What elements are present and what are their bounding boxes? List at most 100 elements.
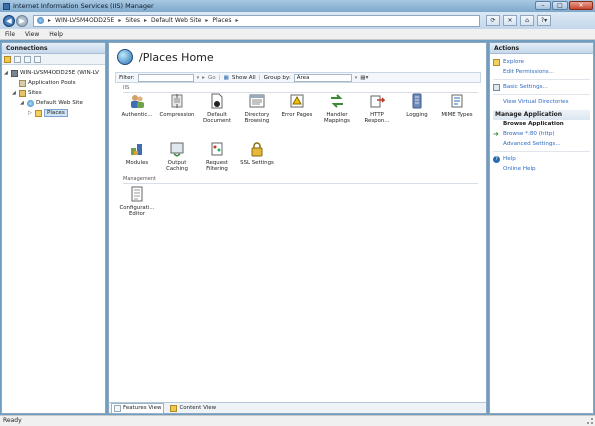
stop-icon[interactable]: ✕ [503, 15, 517, 26]
feature-error-pages[interactable]: Error Pages [277, 93, 317, 141]
view-mode-icon[interactable]: ▦▾ [360, 75, 368, 81]
breadcrumb[interactable]: ▸ WIN-LVSM4ODD25E ▸ Sites ▸ Default Web … [33, 14, 480, 27]
feature-directory-browsing[interactable]: Directory Browsing [237, 93, 277, 141]
tree-item-sites[interactable]: ◢ Sites [4, 88, 103, 98]
output-caching-icon [170, 142, 184, 157]
breadcrumb-item-places[interactable]: Places [212, 17, 231, 24]
address-bar: ◀ ▶ ▸ WIN-LVSM4ODD25E ▸ Sites ▸ Default … [0, 12, 595, 29]
back-button[interactable]: ◀ [3, 14, 15, 27]
divider [493, 94, 590, 95]
group-by-label: Group by: [263, 74, 291, 81]
show-all-button[interactable]: Show All [232, 75, 256, 81]
show-all-icon[interactable]: ▦ [224, 75, 229, 81]
actions-list: Explore Edit Permissions... Basic Settin… [490, 54, 593, 177]
settings-icon [493, 83, 500, 91]
new-connection-icon[interactable] [4, 55, 11, 63]
action-label: Browse *:80 (http) [503, 131, 555, 137]
minimize-button[interactable]: – [535, 1, 551, 10]
feature-authentication[interactable]: Authentic... [117, 93, 157, 141]
action-view-virtual-directories[interactable]: View Virtual Directories [493, 97, 590, 107]
refresh-icon[interactable]: ⟳ [486, 15, 500, 26]
connections-tree: ◢ WIN-LVSM4ODD25E (WIN-LV Application Po… [2, 65, 105, 121]
divider [493, 151, 590, 152]
feature-configuration-editor[interactable]: Configurati... Editor [117, 186, 157, 234]
menu-bar: File View Help [0, 29, 595, 40]
tree-item-places[interactable]: ▷ Places [4, 108, 103, 118]
feature-output-caching[interactable]: Output Caching [157, 141, 197, 189]
browse-icon: ➜ [493, 129, 499, 138]
tree-item-default-web-site[interactable]: ◢ Default Web Site [4, 98, 103, 108]
connections-toolbar [2, 54, 105, 65]
feature-request-filtering[interactable]: Request Filtering [197, 141, 237, 189]
breadcrumb-item-sites[interactable]: Sites [125, 17, 140, 24]
site-globe-icon [117, 49, 133, 65]
feature-ssl-settings[interactable]: SSL Settings [237, 141, 277, 189]
feature-handler-mappings[interactable]: Handler Mappings [317, 93, 357, 141]
action-online-help[interactable]: Online Help [493, 164, 590, 174]
help-dropdown-icon[interactable]: ?▾ [537, 15, 551, 26]
menu-view[interactable]: View [25, 31, 39, 38]
tab-content-view[interactable]: Content View [168, 404, 218, 413]
save-connections-icon[interactable] [14, 55, 21, 63]
expand-toggle-icon[interactable]: ◢ [12, 90, 17, 96]
action-advanced-settings[interactable]: Advanced Settings... [493, 139, 590, 149]
app-pools-icon [19, 79, 26, 87]
tree-item-application-pools[interactable]: Application Pools [4, 78, 103, 88]
delete-connection-icon[interactable] [34, 55, 41, 63]
feature-label: Compression [159, 112, 195, 118]
action-edit-permissions[interactable]: Edit Permissions... [493, 67, 590, 77]
breadcrumb-item-server[interactable]: WIN-LVSM4ODD25E [55, 17, 114, 24]
maximize-button[interactable]: □ [552, 1, 568, 10]
action-label: Help [503, 156, 516, 162]
forward-button[interactable]: ▶ [16, 14, 28, 27]
feature-label: Logging [406, 112, 428, 118]
compression-icon [171, 94, 183, 108]
tab-features-view[interactable]: Features View [111, 402, 165, 414]
tree-item-server[interactable]: ◢ WIN-LVSM4ODD25E (WIN-LV [4, 68, 103, 78]
tree-item-label: Application Pools [28, 80, 76, 86]
home-icon[interactable]: ⌂ [520, 15, 534, 26]
feature-compression[interactable]: Compression [157, 93, 197, 141]
expand-toggle-icon[interactable]: ◢ [20, 100, 25, 106]
feature-label: Handler Mappings [324, 112, 350, 125]
go-button[interactable]: Go [208, 75, 216, 81]
up-icon[interactable] [24, 55, 31, 63]
feature-label: Output Caching [166, 160, 188, 173]
feature-label: SSL Settings [240, 160, 274, 166]
view-tabs: Features View Content View [109, 402, 486, 414]
feature-logging[interactable]: Logging [397, 93, 437, 141]
action-browse-80[interactable]: ➜ Browse *:80 (http) [493, 129, 590, 139]
tree-item-label: WIN-LVSM4ODD25E (WIN-LV [20, 70, 99, 76]
filter-bar: Filter: ▾ ▸ Go | ▦ Show All | Group by: … [115, 72, 481, 83]
action-explore[interactable]: Explore [493, 57, 590, 67]
page-title: /Places Home [139, 50, 214, 64]
breadcrumb-item-site[interactable]: Default Web Site [151, 17, 201, 24]
go-icon[interactable]: ▸ [202, 75, 205, 81]
expand-toggle-icon[interactable]: ◢ [4, 70, 9, 76]
status-text: Ready [3, 417, 22, 424]
handler-mappings-icon [331, 94, 343, 108]
action-help[interactable]: ? Help [493, 154, 590, 164]
expand-toggle-icon[interactable]: ▷ [28, 110, 33, 116]
feature-label: Directory Browsing [244, 112, 270, 125]
feature-mime-types[interactable]: MIME Types [437, 93, 477, 141]
lock-icon [251, 142, 263, 157]
default-document-icon [211, 93, 223, 109]
filter-input[interactable] [137, 73, 194, 82]
group-by-dropdown-icon[interactable]: ▾ [355, 75, 358, 81]
window-title: Internet Information Services (IIS) Mana… [13, 2, 154, 10]
feature-default-document[interactable]: Default Document [197, 93, 237, 141]
group-by-select[interactable]: Area [293, 73, 352, 82]
close-button[interactable]: ✕ [569, 1, 593, 10]
filter-dropdown-icon[interactable]: ▾ [197, 75, 200, 81]
group-label-iis: IIS [123, 85, 130, 91]
feature-label: Error Pages [281, 112, 313, 118]
feature-label: HTTP Respon... [364, 112, 390, 125]
action-basic-settings[interactable]: Basic Settings... [493, 82, 590, 92]
menu-file[interactable]: File [5, 31, 15, 38]
menu-help[interactable]: Help [49, 31, 63, 38]
resize-grip-icon[interactable] [587, 418, 593, 424]
feature-http-response[interactable]: HTTP Respon... [357, 93, 397, 141]
